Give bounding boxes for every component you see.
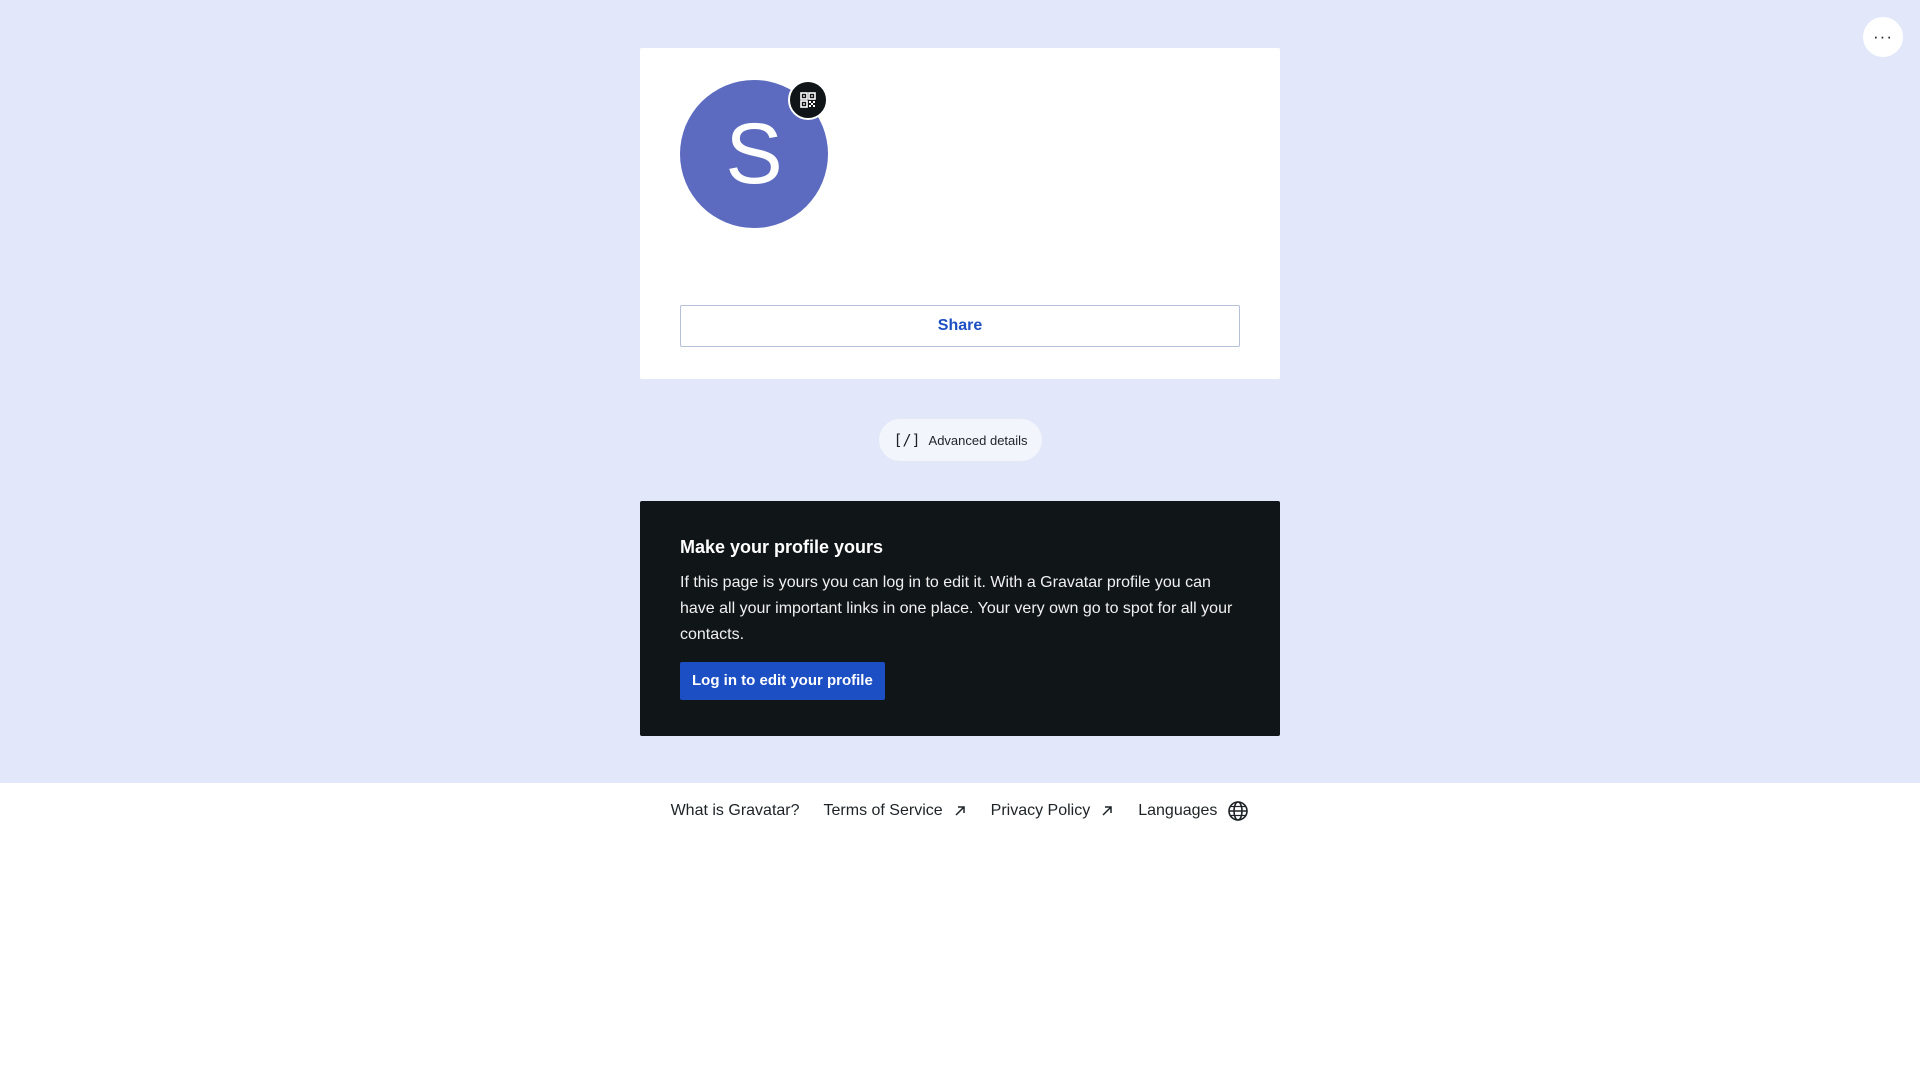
code-brackets-icon: [/] bbox=[893, 431, 921, 449]
profile-card: S Share bbox=[640, 48, 1280, 379]
claim-profile-card: Make your profile yours If this page is … bbox=[640, 501, 1280, 736]
more-horizontal-icon: ··· bbox=[1873, 27, 1893, 46]
claim-description: If this page is yours you can log in to … bbox=[680, 574, 1233, 643]
globe-icon bbox=[1227, 800, 1249, 822]
share-button[interactable]: Share bbox=[680, 305, 1240, 347]
footer-link-label: Privacy Policy bbox=[990, 802, 1091, 819]
external-link-icon bbox=[1100, 804, 1114, 818]
footer-link-what-is-gravatar[interactable]: What is Gravatar? bbox=[671, 802, 800, 820]
page-header-background: ··· S Share [/] Advanced details Make yo… bbox=[0, 0, 1920, 783]
share-button-label: Share bbox=[937, 317, 983, 334]
avatar-initial: S bbox=[725, 106, 783, 202]
advanced-details-button[interactable]: [/] Advanced details bbox=[879, 419, 1042, 461]
footer: What is Gravatar? Terms of Service Priva… bbox=[0, 783, 1920, 839]
advanced-details-label: Advanced details bbox=[928, 432, 1028, 448]
footer-link-label: What is Gravatar? bbox=[670, 802, 800, 819]
footer-link-privacy[interactable]: Privacy Policy bbox=[991, 802, 1115, 820]
qr-code-icon bbox=[800, 92, 816, 108]
footer-link-label: Terms of Service bbox=[823, 802, 943, 819]
footer-link-languages[interactable]: Languages bbox=[1138, 800, 1249, 822]
footer-link-terms[interactable]: Terms of Service bbox=[824, 802, 967, 820]
claim-title: Make your profile yours bbox=[680, 537, 884, 557]
login-to-edit-button[interactable]: Log in to edit your profile bbox=[680, 662, 885, 700]
qr-code-button[interactable] bbox=[788, 80, 828, 120]
more-options-button[interactable]: ··· bbox=[1863, 17, 1903, 57]
footer-link-label: Languages bbox=[1138, 802, 1218, 819]
external-link-icon bbox=[953, 804, 967, 818]
